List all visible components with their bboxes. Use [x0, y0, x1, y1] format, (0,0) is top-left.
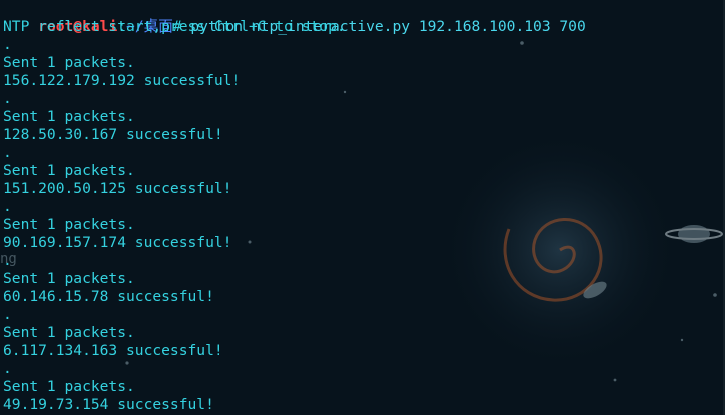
output-line: 128.50.30.167 successful! — [3, 126, 223, 143]
output-line: 6.117.134.163 successful! — [3, 342, 223, 359]
output-line: 90.169.157.174 successful! — [3, 234, 232, 251]
command-prompt-line: root@kali:~/桌面# python ntp_interactive.p… — [3, 0, 721, 35]
output-line: Sent 1 packets. — [3, 378, 135, 395]
output-line: . — [3, 90, 12, 107]
output-line: 60.146.15.78 successful! — [3, 288, 214, 305]
terminal-window[interactable]: root@kali:~/桌面# python ntp_interactive.p… — [3, 0, 721, 415]
output-line: Sent 1 packets. — [3, 108, 135, 125]
output-line: . — [3, 360, 12, 377]
output-line: Sent 1 packets. — [3, 270, 135, 287]
output-line: Sent 1 packets. — [3, 324, 135, 341]
output-line: 156.122.179.192 successful! — [3, 72, 241, 89]
output-line: . — [3, 252, 12, 269]
output-line: Sent 1 packets. — [3, 54, 135, 71]
output-line: . — [3, 198, 12, 215]
output-line: 151.200.50.125 successful! — [3, 180, 232, 197]
output-line: Sent 1 packets. — [3, 216, 135, 233]
output-line: Sent 1 packets. — [3, 162, 135, 179]
output-line: 49.19.73.154 successful! — [3, 396, 214, 413]
output-line: . — [3, 36, 12, 53]
output-line: . — [3, 144, 12, 161]
output-line: . — [3, 306, 12, 323]
